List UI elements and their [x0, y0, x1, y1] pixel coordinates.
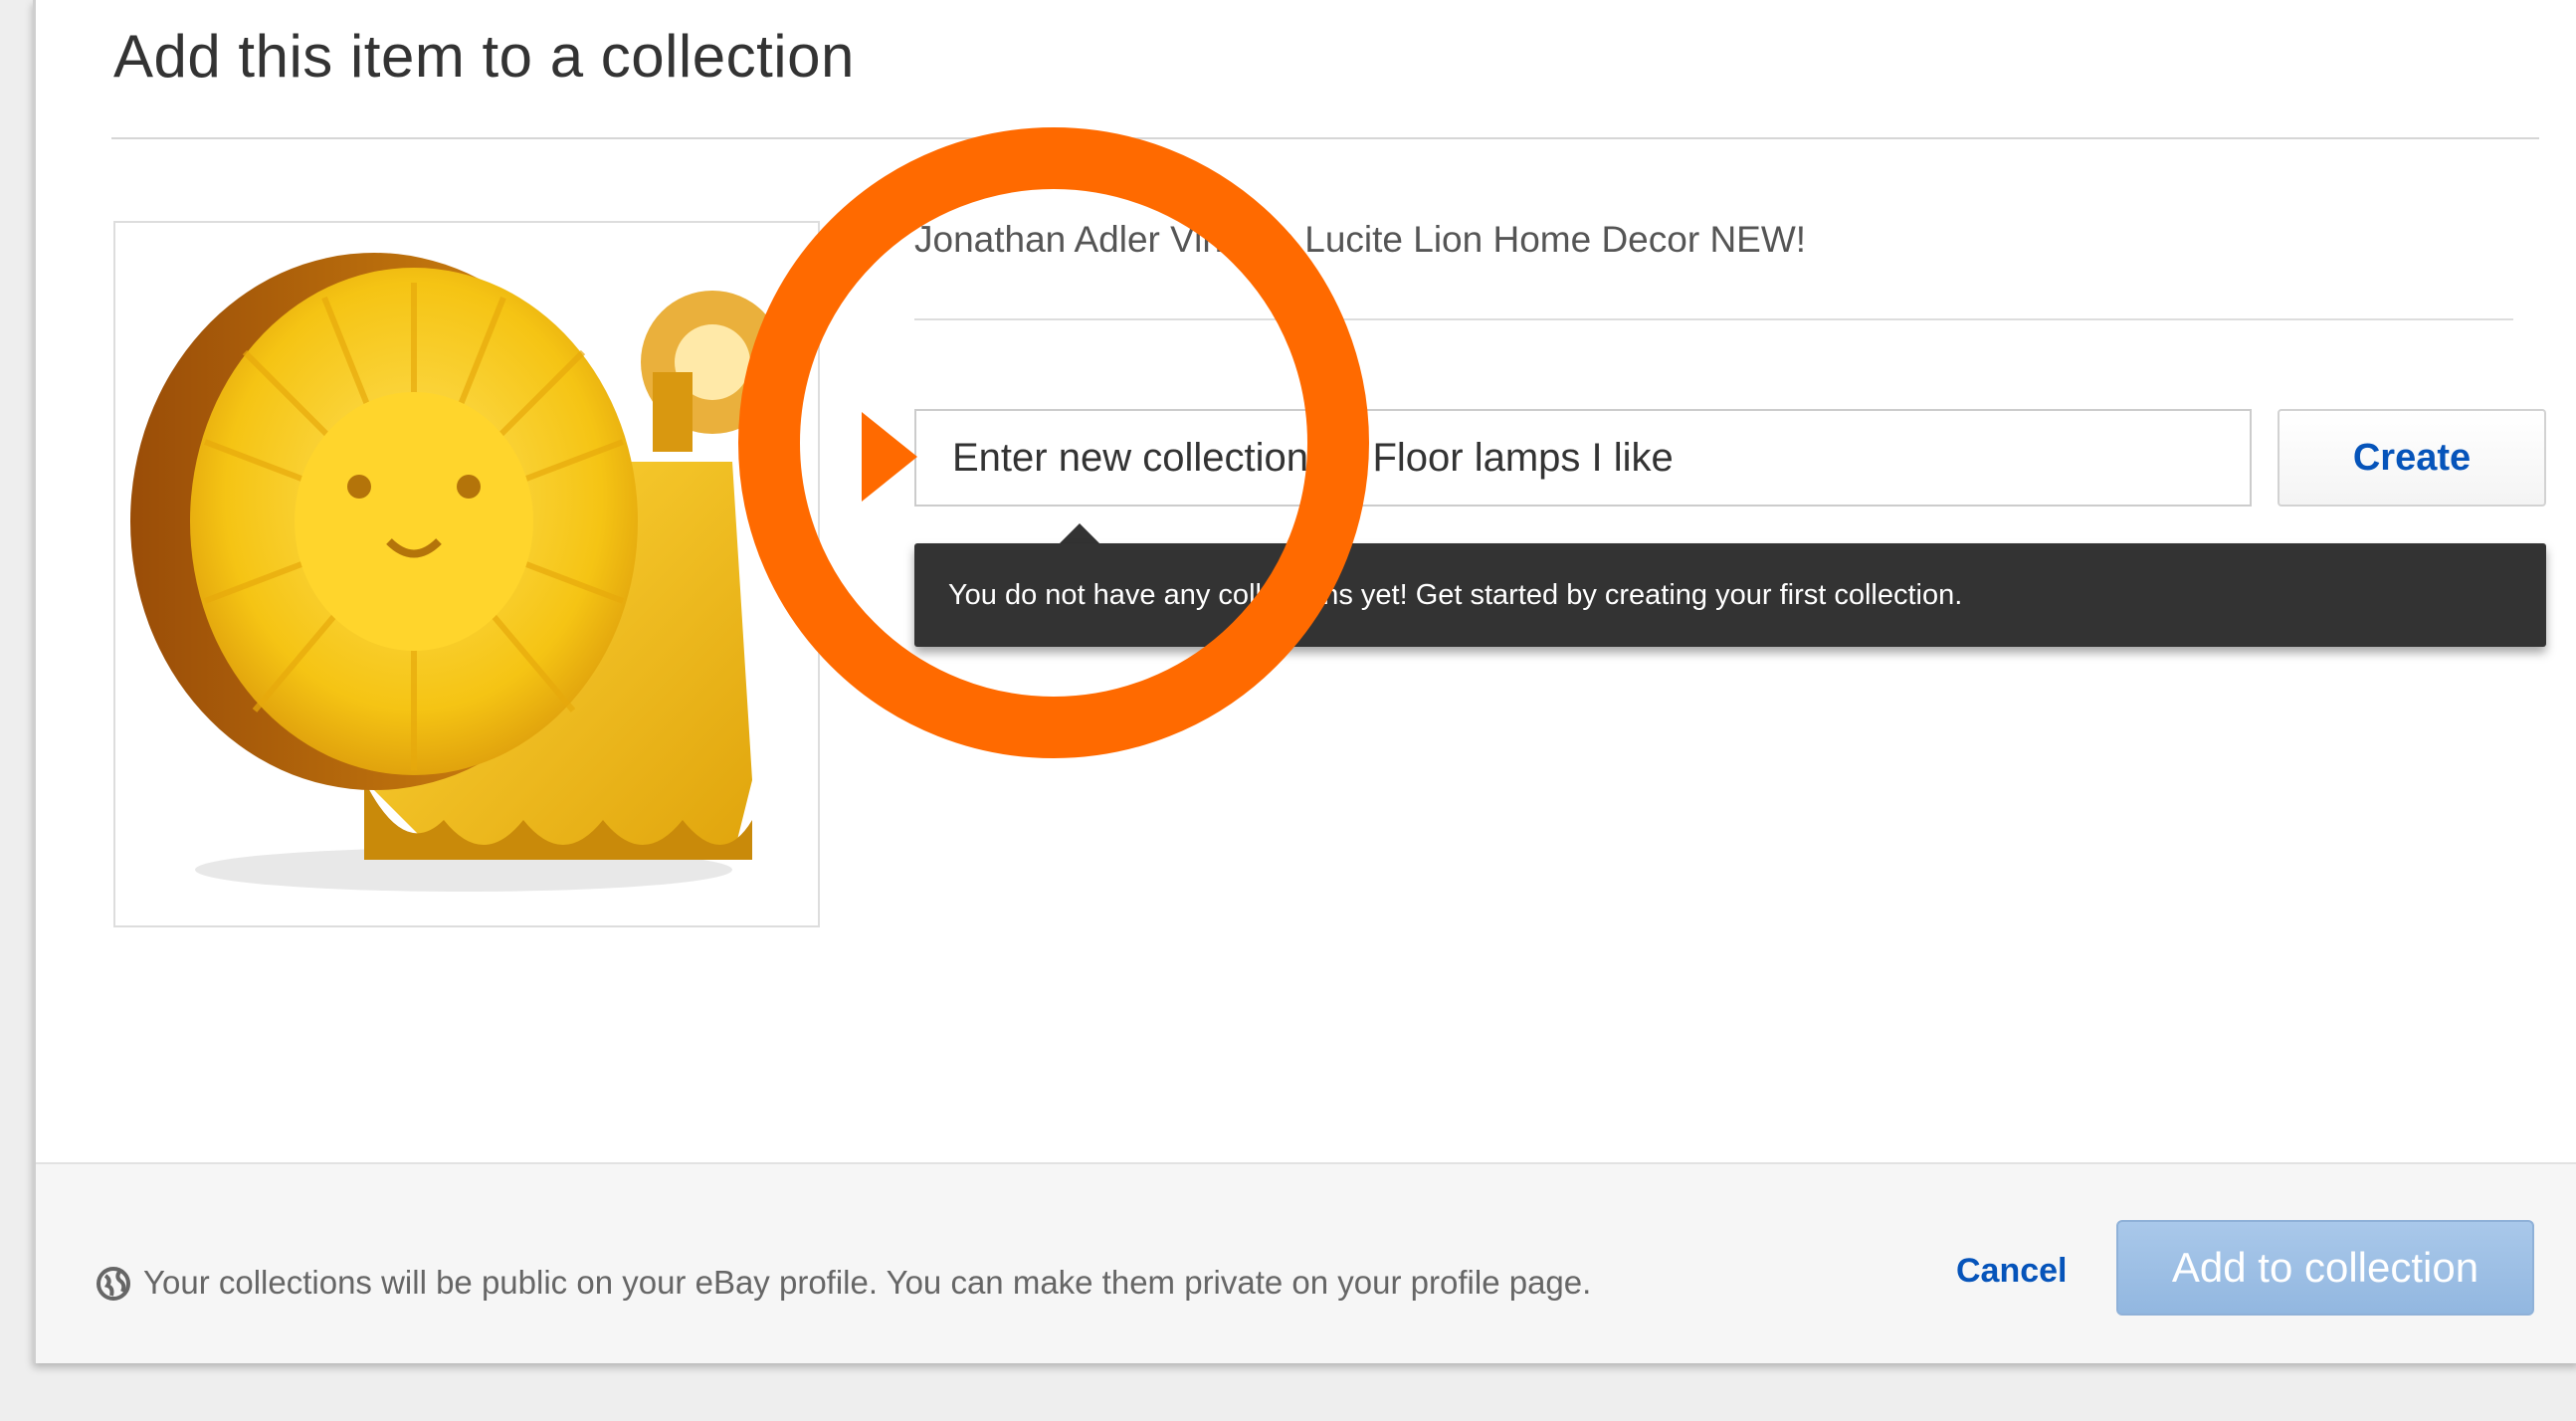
- highlight-arrow-icon: [862, 412, 917, 502]
- dialog-title: Add this item to a collection: [113, 23, 855, 90]
- cancel-button[interactable]: Cancel: [1956, 1252, 2068, 1291]
- privacy-note: Your collections will be public on your …: [143, 1264, 1592, 1301]
- item-thumbnail: [113, 221, 820, 927]
- globe-icon: [97, 1267, 130, 1301]
- dialog-footer: Your collections will be public on your …: [36, 1162, 2576, 1363]
- create-button[interactable]: Create: [2278, 409, 2546, 507]
- empty-collections-tooltip: You do not have any collections yet! Get…: [914, 543, 2546, 647]
- title-divider: [111, 137, 2539, 139]
- tooltip-message: You do not have any collections yet! Get…: [948, 578, 1963, 611]
- add-to-collection-button[interactable]: Add to collection: [2116, 1220, 2534, 1316]
- item-divider: [914, 318, 2513, 320]
- add-to-collection-dialog: Add this item to a collection Jonathan A…: [33, 0, 2576, 1363]
- new-collection-input[interactable]: [914, 409, 2252, 507]
- tooltip-caret: [1060, 523, 1099, 543]
- item-title: Jonathan Adler Vintage Lucite Lion Home …: [914, 219, 1807, 260]
- lucite-lion-image: [130, 253, 784, 892]
